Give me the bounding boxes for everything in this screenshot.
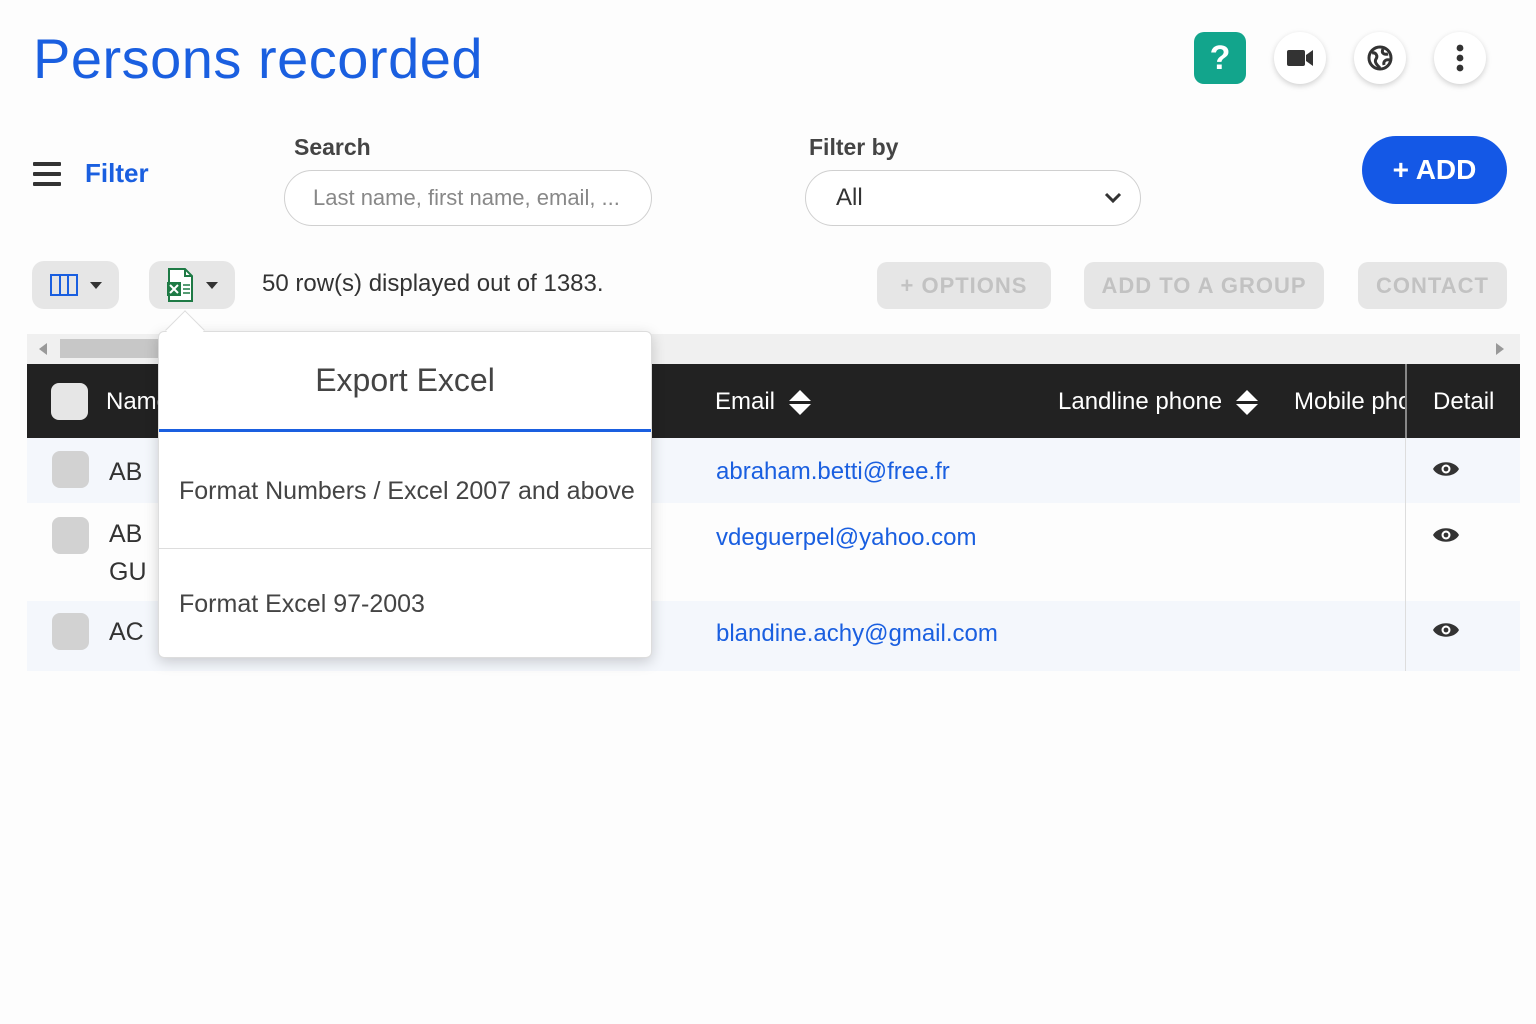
popup-title: Export Excel [159, 332, 651, 432]
export-xls-option[interactable]: Format Excel 97-2003 [159, 549, 651, 659]
filter-label: Filter [85, 158, 149, 188]
hamburger-icon [33, 161, 61, 186]
filter-toggle[interactable]: Filter [33, 158, 149, 189]
eye-icon[interactable] [1432, 525, 1460, 545]
column-mobile[interactable]: Mobile phone [1294, 388, 1405, 416]
more-menu-button[interactable] [1434, 32, 1486, 84]
chevron-down-icon [1104, 192, 1122, 204]
sort-icon [1236, 389, 1259, 415]
export-excel-popup: Export Excel Format Numbers / Excel 2007… [158, 331, 652, 658]
sort-icon [789, 389, 812, 415]
add-button[interactable]: + ADD [1362, 136, 1507, 204]
row-email[interactable]: blandine.achy@gmail.com [716, 620, 998, 648]
column-divider [1405, 503, 1406, 601]
row-checkbox[interactable] [52, 613, 89, 650]
search-label: Search [294, 134, 371, 160]
column-name[interactable]: Name [106, 388, 158, 416]
help-button[interactable]: ? [1194, 32, 1246, 84]
top-actions: ? [1194, 32, 1486, 84]
scroll-right-icon[interactable] [1496, 343, 1504, 355]
columns-button[interactable] [32, 261, 119, 309]
column-landline[interactable]: Landline phone [1058, 388, 1259, 416]
globe-icon [1367, 45, 1393, 71]
language-button[interactable] [1354, 32, 1406, 84]
row-checkbox[interactable] [52, 517, 89, 554]
column-divider [1405, 364, 1407, 438]
filter-by-select[interactable]: All [805, 170, 1141, 226]
scroll-left-icon[interactable] [39, 343, 47, 355]
vertical-dots-icon [1456, 44, 1464, 72]
rows-count: 50 row(s) displayed out of 1383. [262, 270, 604, 297]
column-divider [1405, 601, 1406, 671]
caret-down-icon [89, 281, 102, 289]
question-icon: ? [1209, 38, 1231, 77]
row-checkbox[interactable] [52, 451, 89, 488]
row-name: AB [109, 458, 143, 486]
video-button[interactable] [1274, 32, 1326, 84]
caret-down-icon [206, 281, 218, 289]
filter-by-label: Filter by [809, 134, 899, 160]
filter-by-value: All [836, 184, 863, 211]
export-excel-button[interactable] [149, 261, 235, 309]
select-all-checkbox[interactable] [51, 383, 88, 420]
column-detail: Detail [1433, 388, 1495, 415]
export-xlsx-option[interactable]: Format Numbers / Excel 2007 and above [159, 435, 651, 548]
row-email[interactable]: abraham.betti@free.fr [716, 458, 950, 486]
column-divider [1405, 438, 1406, 503]
video-camera-icon [1287, 50, 1313, 66]
contact-button[interactable]: CONTACT [1358, 262, 1507, 309]
search-input[interactable] [284, 170, 652, 226]
add-button-label: + ADD [1392, 154, 1477, 185]
excel-file-icon [167, 268, 193, 302]
eye-icon[interactable] [1432, 459, 1460, 479]
options-button[interactable]: + OPTIONS [877, 262, 1051, 309]
column-email[interactable]: Email [715, 388, 812, 416]
add-to-group-button[interactable]: ADD TO A GROUP [1084, 262, 1324, 309]
eye-icon[interactable] [1432, 620, 1460, 640]
page-title: Persons recorded [33, 27, 484, 90]
row-email[interactable]: vdeguerpel@yahoo.com [716, 524, 977, 552]
row-name: AB GU [109, 520, 147, 586]
row-name: AC [109, 618, 144, 646]
columns-icon [49, 274, 78, 296]
